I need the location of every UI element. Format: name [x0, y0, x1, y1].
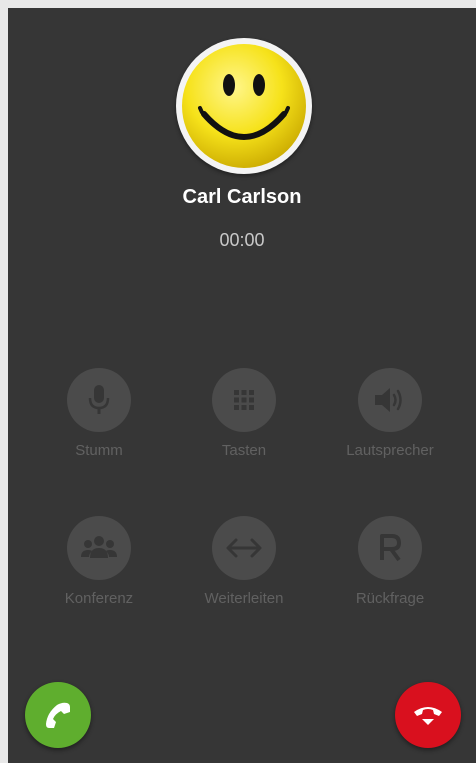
caller-avatar — [176, 38, 312, 174]
keypad-label: Tasten — [221, 442, 267, 459]
mute-button[interactable]: Stumm — [29, 368, 169, 459]
speaker-label: Lautsprecher — [346, 442, 434, 459]
accept-call-button[interactable] — [25, 682, 91, 748]
r-letter-icon — [380, 534, 401, 562]
call-timer: 00:00 — [219, 230, 265, 250]
consult-button[interactable]: Rückfrage — [320, 516, 460, 607]
speaker-circle[interactable] — [358, 368, 422, 432]
hangup-icon — [414, 707, 442, 725]
mute-circle[interactable] — [67, 368, 131, 432]
phone-icon — [46, 702, 70, 728]
consult-label: Rückfrage — [355, 590, 425, 607]
conference-button[interactable]: Konferenz — [29, 516, 169, 607]
conference-label: Konferenz — [64, 590, 134, 607]
group-icon — [81, 536, 117, 558]
forward-label: Weiterleiten — [204, 590, 284, 607]
keypad-button[interactable]: Tasten — [174, 368, 314, 459]
hangup-button[interactable] — [395, 682, 461, 748]
mute-label: Stumm — [75, 442, 123, 459]
caller-name: Carl Carlson — [182, 186, 302, 208]
keypad-circle[interactable] — [212, 368, 276, 432]
dialpad-icon — [234, 390, 254, 410]
transfer-icon — [226, 538, 262, 558]
smiley-icon — [182, 44, 306, 168]
microphone-icon — [88, 385, 110, 414]
speaker-icon — [375, 388, 402, 412]
conference-circle[interactable] — [67, 516, 131, 580]
speaker-button[interactable]: Lautsprecher — [320, 368, 460, 459]
forward-button[interactable]: Weiterleiten — [174, 516, 314, 607]
call-screen: Carl Carlson 00:00 Stumm Tasten Lautspre… — [8, 8, 476, 763]
consult-circle[interactable] — [358, 516, 422, 580]
forward-circle[interactable] — [212, 516, 276, 580]
